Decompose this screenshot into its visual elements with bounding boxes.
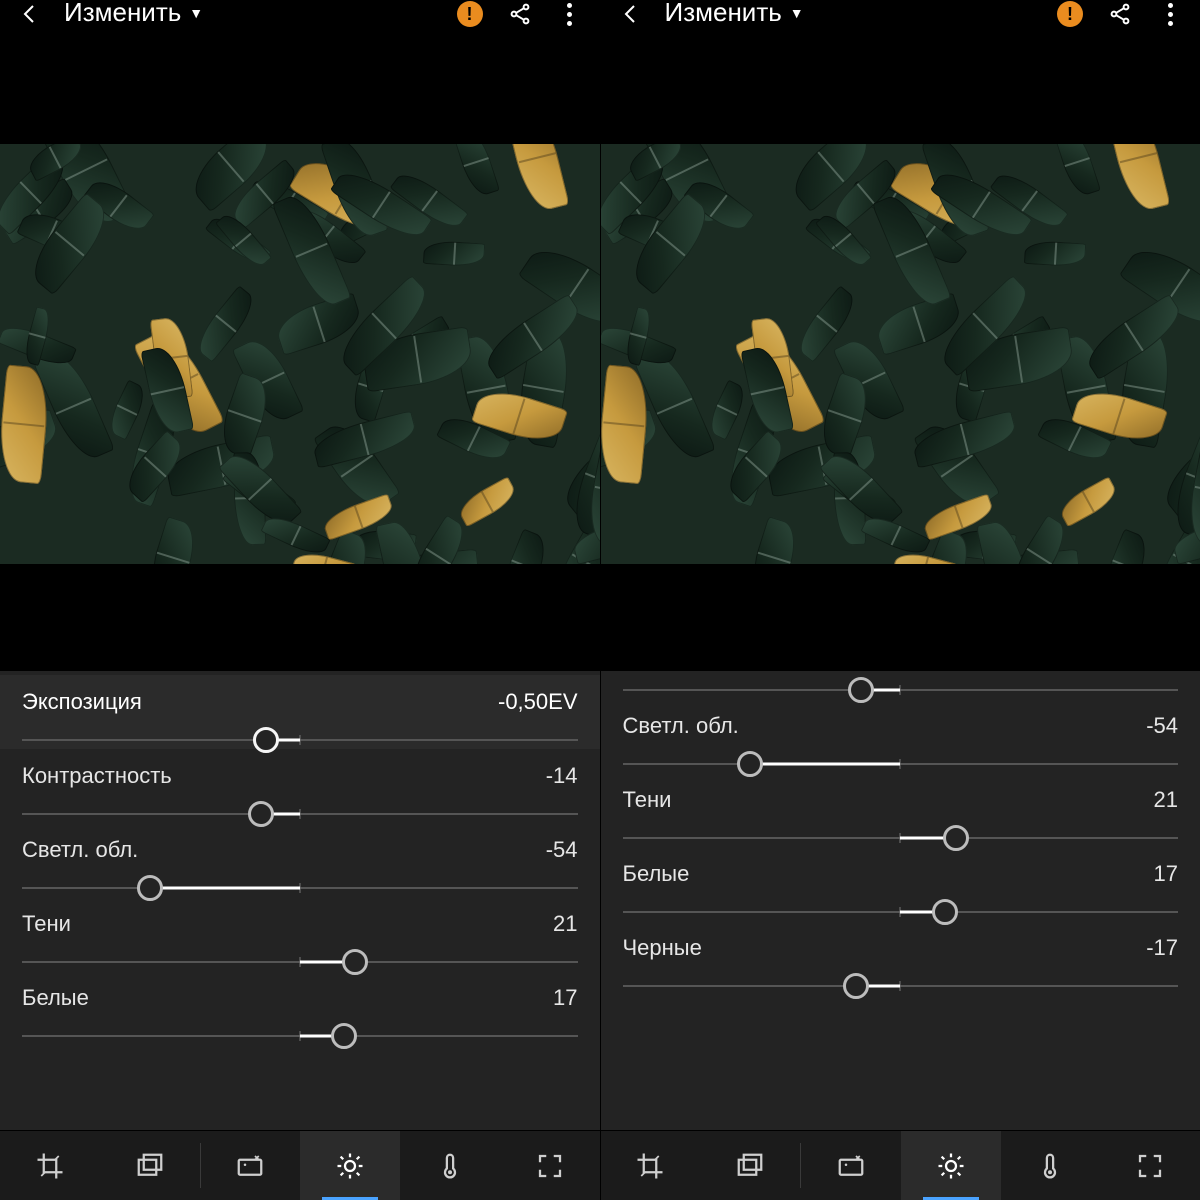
- toolbar-crop[interactable]: [0, 1131, 100, 1200]
- photo-preview[interactable]: [0, 144, 600, 564]
- slider-track[interactable]: [22, 879, 578, 897]
- back-button[interactable]: [617, 0, 645, 28]
- slider-track[interactable]: [22, 953, 578, 971]
- slider-value: 17: [553, 985, 577, 1011]
- slider-row-Белые: Белые 17: [601, 847, 1200, 921]
- toolbar-light[interactable]: [300, 1131, 400, 1200]
- slider-row-Светл. обл.: Светл. обл. -54: [0, 823, 600, 897]
- bottom-toolbar: [601, 1130, 1200, 1200]
- slider-knob[interactable]: [943, 825, 969, 851]
- slider-value: -54: [1146, 713, 1178, 739]
- chevron-down-icon: ▼: [189, 2, 203, 24]
- slider-label: Контрастность: [22, 763, 172, 789]
- slider-knob[interactable]: [137, 875, 163, 901]
- slider-knob[interactable]: [737, 751, 763, 777]
- bottom-toolbar: [0, 1130, 600, 1200]
- toolbar-temperature[interactable]: [400, 1131, 500, 1200]
- slider-knob[interactable]: [248, 801, 274, 827]
- slider-knob[interactable]: [932, 899, 958, 925]
- screen-title[interactable]: Изменить ▼: [64, 0, 203, 24]
- slider-value: 21: [553, 911, 577, 937]
- slider-row-Белые: Белые 17: [0, 971, 600, 1045]
- toolbar-heal[interactable]: [801, 1131, 901, 1200]
- photo-preview-area: [0, 36, 600, 671]
- slider-label: Тени: [22, 911, 71, 937]
- screen-title[interactable]: Изменить ▼: [665, 0, 804, 24]
- toolbar-crop[interactable]: [601, 1131, 701, 1200]
- pane-right: Изменить ▼ ! Контрастность -14 Светл. об…: [600, 0, 1200, 1200]
- slider-value: -17: [1146, 935, 1178, 961]
- slider-label: Тени: [623, 787, 672, 813]
- adjust-panel: Контрастность -14 Светл. обл. -54 Тени 2…: [601, 671, 1200, 1130]
- share-button[interactable]: [1106, 0, 1134, 28]
- screen-title-label: Изменить: [665, 1, 782, 23]
- overflow-menu[interactable]: [1156, 0, 1184, 28]
- toolbar-fullscreen[interactable]: [1100, 1131, 1200, 1200]
- slider-label: Экспозиция: [22, 689, 142, 715]
- slider-value: -14: [546, 763, 578, 789]
- slider-label: Светл. обл.: [22, 837, 138, 863]
- photo-preview[interactable]: [601, 144, 1200, 564]
- slider-value: -54: [546, 837, 578, 863]
- toolbar-temperature[interactable]: [1001, 1131, 1101, 1200]
- slider-value: 17: [1154, 861, 1178, 887]
- slider-track[interactable]: [22, 1027, 578, 1045]
- slider-track[interactable]: [22, 805, 578, 823]
- slider-value: 21: [1154, 787, 1178, 813]
- slider-row-Экспозиция: Экспозиция -0,50EV: [0, 675, 600, 749]
- toolbar-fullscreen[interactable]: [500, 1131, 600, 1200]
- app-header: Изменить ▼ !: [601, 0, 1200, 36]
- toolbar-light[interactable]: [901, 1131, 1001, 1200]
- slider-row-Тени: Тени 21: [601, 773, 1200, 847]
- slider-row-Светл. обл.: Светл. обл. -54: [601, 699, 1200, 773]
- slider-track[interactable]: [22, 731, 578, 749]
- slider-row-Тени: Тени 21: [0, 897, 600, 971]
- slider-track[interactable]: [623, 829, 1179, 847]
- back-button[interactable]: [16, 0, 44, 28]
- chevron-down-icon: ▼: [790, 2, 804, 24]
- pane-left: Изменить ▼ ! Экспозиция -0,50EV Контраст…: [0, 0, 600, 1200]
- app-header: Изменить ▼ !: [0, 0, 600, 36]
- screen-title-label: Изменить: [64, 1, 181, 23]
- slider-track[interactable]: [623, 977, 1179, 995]
- adjust-panel: Экспозиция -0,50EV Контрастность -14 Све…: [0, 671, 600, 1130]
- warning-badge[interactable]: !: [456, 0, 484, 28]
- slider-value: -0,50EV: [498, 689, 578, 715]
- slider-row-Контрастность: Контрастность -14: [0, 749, 600, 823]
- slider-label: Белые: [623, 861, 690, 887]
- slider-row-Контрастность: Контрастность -14: [601, 671, 1200, 699]
- slider-knob[interactable]: [843, 973, 869, 999]
- share-button[interactable]: [506, 0, 534, 28]
- overflow-menu[interactable]: [556, 0, 584, 28]
- slider-track[interactable]: [623, 681, 1179, 699]
- slider-label: Светл. обл.: [623, 713, 739, 739]
- slider-knob[interactable]: [253, 727, 279, 753]
- photo-preview-area: [601, 36, 1200, 671]
- slider-label: Черные: [623, 935, 702, 961]
- toolbar-presets[interactable]: [700, 1131, 800, 1200]
- toolbar-presets[interactable]: [100, 1131, 200, 1200]
- slider-knob[interactable]: [342, 949, 368, 975]
- slider-track[interactable]: [623, 903, 1179, 921]
- slider-row-Черные: Черные -17: [601, 921, 1200, 995]
- warning-badge[interactable]: !: [1056, 0, 1084, 28]
- toolbar-heal[interactable]: [201, 1131, 301, 1200]
- slider-knob[interactable]: [848, 677, 874, 703]
- slider-label: Белые: [22, 985, 89, 1011]
- slider-track[interactable]: [623, 755, 1179, 773]
- slider-knob[interactable]: [331, 1023, 357, 1049]
